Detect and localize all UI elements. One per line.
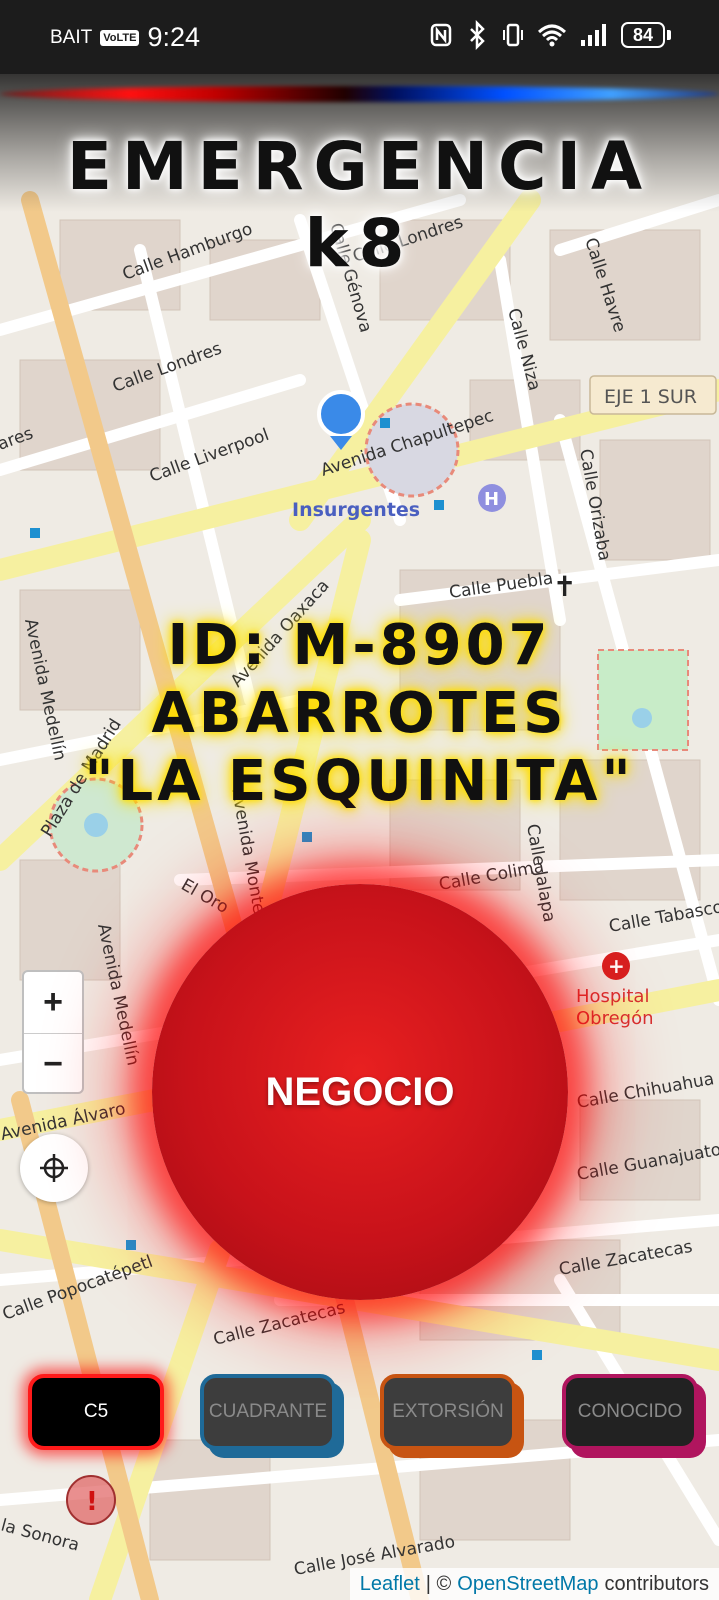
extorsion-button[interactable]: EXTORSIÓN xyxy=(380,1374,516,1450)
business-name-line1: ABARROTES xyxy=(151,681,568,746)
map-tiles: Calle Hamburgo Calle Londres Calle Londr… xyxy=(0,74,719,1600)
leaflet-link[interactable]: Leaflet xyxy=(360,1573,420,1596)
svg-text:!: ! xyxy=(86,1487,98,1517)
openstreetmap-link[interactable]: OpenStreetMap xyxy=(457,1573,598,1596)
svg-text:+: + xyxy=(608,954,625,978)
battery-icon: 84 xyxy=(621,20,671,50)
svg-text:H: H xyxy=(484,489,499,510)
nfc-icon xyxy=(430,23,452,47)
battery-level: 84 xyxy=(632,24,654,45)
negocio-label: NEGOCIO xyxy=(265,1069,455,1114)
volte-badge: VoLTE xyxy=(100,29,140,46)
signal-icon xyxy=(581,24,606,46)
map-attribution: Leaflet | © OpenStreetMap contributors xyxy=(349,1568,719,1600)
conocido-button[interactable]: CONOCIDO xyxy=(562,1374,698,1450)
wifi-icon xyxy=(537,24,567,47)
crosshair-icon xyxy=(40,1154,68,1182)
attribution-separator: | © xyxy=(425,1572,452,1595)
map-label-insurgentes: Insurgentes xyxy=(292,499,420,521)
cuadrante-button[interactable]: CUADRANTE xyxy=(200,1374,336,1450)
status-bar: BAIT VoLTE 9:24 84 xyxy=(0,0,719,74)
zoom-control: + − xyxy=(22,970,84,1094)
negocio-panic-button[interactable]: NEGOCIO xyxy=(152,884,568,1300)
zoom-out-button[interactable]: − xyxy=(24,1033,82,1094)
business-id: ID: M-8907 xyxy=(167,613,552,678)
zoom-in-button[interactable]: + xyxy=(24,972,82,1033)
siren-light-bar xyxy=(0,86,719,102)
attribution-contributors: contributors xyxy=(604,1572,710,1595)
business-name-line2: "LA ESQUINITA" xyxy=(84,749,635,814)
map[interactable]: Calle Hamburgo Calle Londres Calle Londr… xyxy=(0,74,719,1600)
svg-text:✝: ✝ xyxy=(553,570,576,603)
vibrate-icon xyxy=(503,23,523,47)
map-label-eje-1-sur: EJE 1 SUR xyxy=(604,386,697,408)
c5-button[interactable]: C5 xyxy=(28,1374,164,1450)
status-time: 9:24 xyxy=(147,22,200,52)
map-label-hospital: Hospital xyxy=(576,986,649,1007)
carrier-name: BAIT xyxy=(50,26,93,48)
app-title: EMERGENCIA k8 xyxy=(66,128,653,282)
locate-button[interactable] xyxy=(20,1134,88,1202)
map-label-obregon: Obregón xyxy=(576,1008,654,1029)
business-info: ID: M-8907 ABARROTES "LA ESQUINITA" xyxy=(0,612,719,816)
alert-marker-icon[interactable]: ! xyxy=(66,1475,116,1525)
bluetooth-icon xyxy=(470,20,485,50)
